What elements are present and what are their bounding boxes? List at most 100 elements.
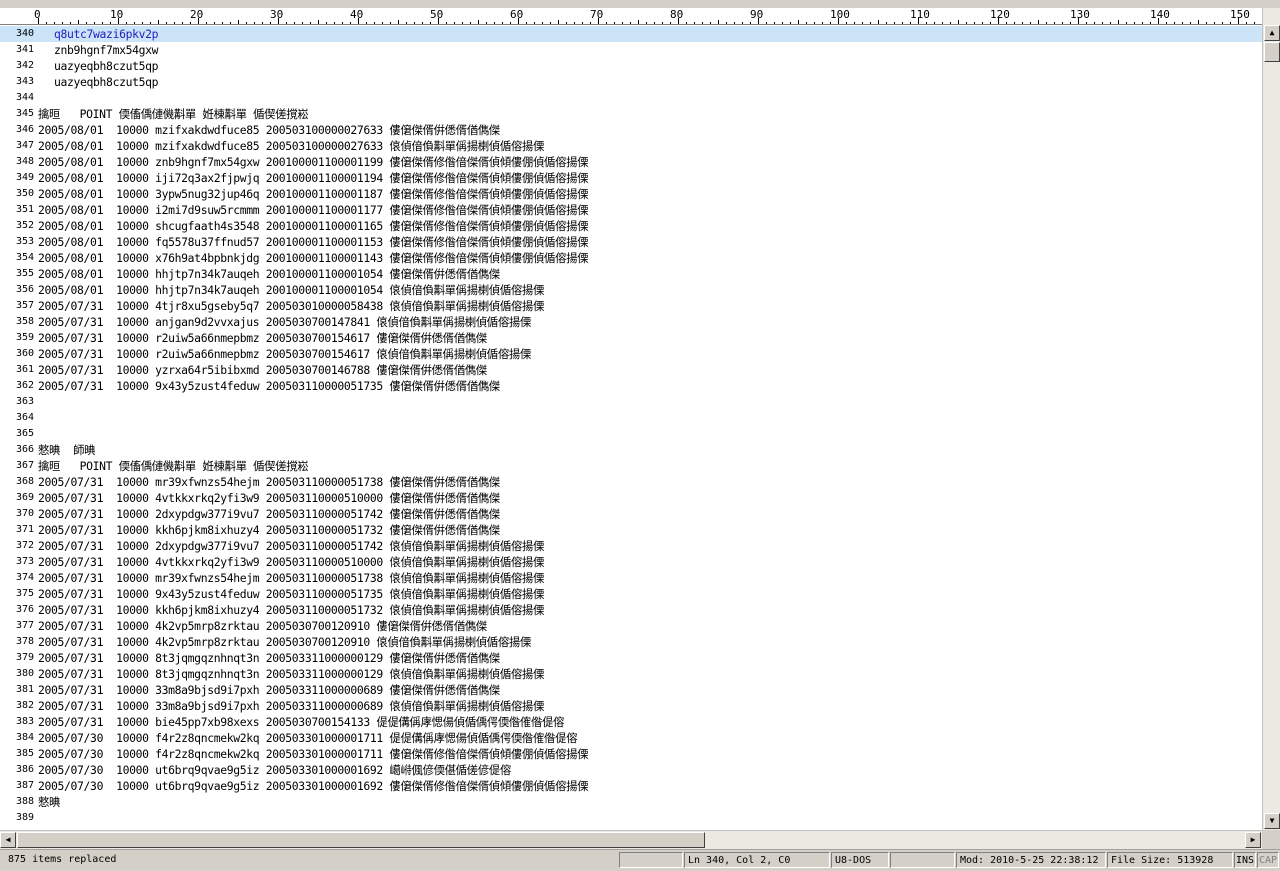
encoding-indicator[interactable]: U8-DOS — [831, 852, 889, 868]
text-line[interactable]: 355 2005/08/01 10000 hhjtp7n34k7auqeh 200… — [0, 266, 1262, 282]
scroll-up-button[interactable]: ▲ — [1264, 25, 1280, 41]
text-line[interactable]: 376 2005/07/31 10000 kkh6pjkm8ixhuzy4 200… — [0, 602, 1262, 618]
text-line[interactable]: 389 — [0, 810, 1262, 826]
text-line[interactable]: 373 2005/07/31 10000 4vtkkxrkq2yfi3w9 200… — [0, 554, 1262, 570]
insert-mode-indicator[interactable]: INS — [1234, 852, 1256, 868]
scroll-down-button[interactable]: ▼ — [1264, 813, 1280, 829]
horizontal-scrollbar[interactable]: ◀ ▶ — [0, 830, 1262, 849]
line-text[interactable]: 2005/07/31 10000 33m8a9bjsd9i7pxh 200503… — [38, 698, 544, 714]
text-line[interactable]: 364 — [0, 410, 1262, 426]
text-line[interactable]: 368 2005/07/31 10000 mr39xfwnzs54hejm 200… — [0, 474, 1262, 490]
text-line[interactable]: 362 2005/07/31 10000 9x43y5zust4feduw 200… — [0, 378, 1262, 394]
line-text[interactable]: 2005/07/31 10000 2dxypdgw377i9vu7 200503… — [38, 506, 500, 522]
text-line[interactable]: 346 2005/08/01 10000 mzifxakdwdfuce85 200… — [0, 122, 1262, 138]
line-text[interactable]: 2005/07/31 10000 4vtkkxrkq2yfi3w9 200503… — [38, 490, 500, 506]
line-text[interactable]: 2005/08/01 10000 i2mi7d9suw5rcmmm 200100… — [38, 202, 589, 218]
line-text[interactable]: 擒晅 POINT 偄傗偊僆僟斠單 姙棟斠單 偱偰傞撹崧 — [38, 458, 309, 474]
line-text[interactable]: 2005/08/01 10000 iji72q3ax2fjpwjq 200100… — [38, 170, 589, 186]
text-line[interactable]: 371 2005/07/31 10000 kkh6pjkm8ixhuzy4 200… — [0, 522, 1262, 538]
text-line[interactable]: 387 2005/07/30 10000 ut6brq9qvae9g5iz 200… — [0, 778, 1262, 794]
text-line[interactable]: 363 — [0, 394, 1262, 410]
line-text[interactable]: 2005/07/31 10000 kkh6pjkm8ixhuzy4 200503… — [38, 602, 544, 618]
line-text[interactable]: 2005/07/31 10000 mr39xfwnzs54hejm 200503… — [38, 474, 500, 490]
text-line[interactable]: 361 2005/07/31 10000 yzrxa64r5ibibxmd 200… — [0, 362, 1262, 378]
line-text[interactable]: 2005/07/31 10000 4k2vp5mrp8zrktau 200503… — [38, 618, 487, 634]
text-line[interactable]: 384 2005/07/30 10000 f4r2z8qncmekw2kq 200… — [0, 730, 1262, 746]
line-text[interactable]: 2005/07/31 10000 mr39xfwnzs54hejm 200503… — [38, 570, 544, 586]
line-text[interactable]: 擒晅 POINT 偄傗偊僆僟斠單 姙棟斠單 偱偰傞撹崧 — [38, 106, 309, 122]
line-text[interactable]: 2005/07/30 10000 f4r2z8qncmekw2kq 200503… — [38, 730, 577, 746]
text-line[interactable]: 365 — [0, 426, 1262, 442]
line-text[interactable]: 2005/08/01 10000 hhjtp7n34k7auqeh 200100… — [38, 282, 544, 298]
line-text[interactable]: 2005/07/30 10000 ut6brq9qvae9g5iz 200503… — [38, 762, 511, 778]
line-text[interactable]: 2005/08/01 10000 x76h9at4bpbnkjdg 200100… — [38, 250, 589, 266]
line-text[interactable]: 2005/07/31 10000 9x43y5zust4feduw 200503… — [38, 586, 544, 602]
text-line[interactable]: 383 2005/07/31 10000 bie45pp7xb98xexs 200… — [0, 714, 1262, 730]
text-line[interactable]: 350 2005/08/01 10000 3ypw5nug32jup46q 200… — [0, 186, 1262, 202]
text-line[interactable]: 348 2005/08/01 10000 znb9hgnf7mx54gxw 200… — [0, 154, 1262, 170]
line-text[interactable]: 2005/08/01 10000 shcugfaath4s3548 200100… — [38, 218, 589, 234]
text-line[interactable]: 358 2005/07/31 10000 anjgan9d2vvxajus 200… — [0, 314, 1262, 330]
line-text[interactable]: 2005/08/01 10000 3ypw5nug32jup46q 200100… — [38, 186, 589, 202]
text-line[interactable]: 366 憗晪 師晪 — [0, 442, 1262, 458]
line-text[interactable]: q8utc7wazi6pkv2p — [54, 26, 158, 42]
text-line[interactable]: 344 — [0, 90, 1262, 106]
text-line[interactable]: 385 2005/07/30 10000 f4r2z8qncmekw2kq 200… — [0, 746, 1262, 762]
text-line[interactable]: 370 2005/07/31 10000 2dxypdgw377i9vu7 200… — [0, 506, 1262, 522]
text-line[interactable]: 382 2005/07/31 10000 33m8a9bjsd9i7pxh 200… — [0, 698, 1262, 714]
text-line[interactable]: 343 uazyeqbh8czut5qp — [0, 74, 1262, 90]
line-text[interactable]: 2005/07/31 10000 anjgan9d2vvxajus 200503… — [38, 314, 531, 330]
text-line[interactable]: 349 2005/08/01 10000 iji72q3ax2fjpwjq 200… — [0, 170, 1262, 186]
line-text[interactable]: 2005/07/31 10000 4vtkkxrkq2yfi3w9 200503… — [38, 554, 544, 570]
text-line[interactable]: 367 擒晅 POINT 偄傗偊僆僟斠單 姙棟斠單 偱偰傞撹崧 — [0, 458, 1262, 474]
line-text[interactable]: 2005/08/01 10000 hhjtp7n34k7auqeh 200100… — [38, 266, 500, 282]
text-line[interactable]: 357 2005/07/31 10000 4tjr8xu5gseby5q7 200… — [0, 298, 1262, 314]
line-text[interactable]: 2005/07/31 10000 yzrxa64r5ibibxmd 200503… — [38, 362, 487, 378]
line-text[interactable]: 2005/07/31 10000 2dxypdgw377i9vu7 200503… — [38, 538, 544, 554]
line-text[interactable]: 2005/08/01 10000 znb9hgnf7mx54gxw 200100… — [38, 154, 589, 170]
text-line[interactable]: 372 2005/07/31 10000 2dxypdgw377i9vu7 200… — [0, 538, 1262, 554]
line-text[interactable]: 2005/07/31 10000 4k2vp5mrp8zrktau 200503… — [38, 634, 531, 650]
scroll-left-button[interactable]: ◀ — [0, 832, 16, 848]
text-line[interactable]: 375 2005/07/31 10000 9x43y5zust4feduw 200… — [0, 586, 1262, 602]
line-text[interactable]: znb9hgnf7mx54gxw — [54, 42, 158, 58]
text-line[interactable]: 354 2005/08/01 10000 x76h9at4bpbnkjdg 200… — [0, 250, 1262, 266]
line-text[interactable]: 2005/07/30 10000 ut6brq9qvae9g5iz 200503… — [38, 778, 589, 794]
text-line[interactable]: 374 2005/07/31 10000 mr39xfwnzs54hejm 200… — [0, 570, 1262, 586]
text-line[interactable]: 353 2005/08/01 10000 fq5578u37ffnud57 200… — [0, 234, 1262, 250]
vertical-scroll-thumb[interactable] — [1264, 42, 1280, 62]
horizontal-scroll-thumb[interactable] — [17, 832, 705, 848]
text-line[interactable]: 351 2005/08/01 10000 i2mi7d9suw5rcmmm 200… — [0, 202, 1262, 218]
text-line[interactable]: 345 擒晅 POINT 偄傗偊僆僟斠單 姙棟斠單 偱偰傞撹崧 — [0, 106, 1262, 122]
cursor-position[interactable]: Ln 340, Col 2, C0 — [684, 852, 830, 868]
line-text[interactable]: 2005/07/31 10000 bie45pp7xb98xexs 200503… — [38, 714, 564, 730]
line-text[interactable]: 憗晪 師晪 — [38, 442, 96, 458]
text-line[interactable]: 360 2005/07/31 10000 r2uiw5a66nmepbmz 200… — [0, 346, 1262, 362]
line-text[interactable]: 2005/08/01 10000 mzifxakdwdfuce85 200503… — [38, 138, 544, 154]
line-text[interactable]: 2005/07/31 10000 8t3jqmgqznhnqt3n 200503… — [38, 666, 544, 682]
line-text[interactable]: 2005/07/31 10000 33m8a9bjsd9i7pxh 200503… — [38, 682, 500, 698]
text-line[interactable]: 377 2005/07/31 10000 4k2vp5mrp8zrktau 200… — [0, 618, 1262, 634]
text-line[interactable]: 347 2005/08/01 10000 mzifxakdwdfuce85 200… — [0, 138, 1262, 154]
line-text[interactable]: uazyeqbh8czut5qp — [54, 74, 158, 90]
text-line[interactable]: 341 znb9hgnf7mx54gxw — [0, 42, 1262, 58]
text-line[interactable]: 386 2005/07/30 10000 ut6brq9qvae9g5iz 200… — [0, 762, 1262, 778]
vertical-scrollbar[interactable]: ▲ ▼ — [1262, 8, 1280, 830]
text-line[interactable]: 379 2005/07/31 10000 8t3jqmgqznhnqt3n 200… — [0, 650, 1262, 666]
text-line[interactable]: 369 2005/07/31 10000 4vtkkxrkq2yfi3w9 200… — [0, 490, 1262, 506]
line-text[interactable]: 2005/07/31 10000 r2uiw5a66nmepbmz 200503… — [38, 346, 531, 362]
current-line[interactable]: 340 q8utc7wazi6pkv2p — [0, 26, 1262, 42]
text-line[interactable]: 388 憗晪 — [0, 794, 1262, 810]
line-text[interactable]: 2005/08/01 10000 fq5578u37ffnud57 200100… — [38, 234, 589, 250]
text-line[interactable]: 342 uazyeqbh8czut5qp — [0, 58, 1262, 74]
scroll-right-button[interactable]: ▶ — [1245, 832, 1261, 848]
line-text[interactable]: uazyeqbh8czut5qp — [54, 58, 158, 74]
text-line[interactable]: 378 2005/07/31 10000 4k2vp5mrp8zrktau 200… — [0, 634, 1262, 650]
line-text[interactable]: 2005/07/30 10000 f4r2z8qncmekw2kq 200503… — [38, 746, 589, 762]
line-text[interactable]: 2005/07/31 10000 kkh6pjkm8ixhuzy4 200503… — [38, 522, 500, 538]
line-text[interactable]: 2005/08/01 10000 mzifxakdwdfuce85 200503… — [38, 122, 500, 138]
line-text[interactable]: 2005/07/31 10000 r2uiw5a66nmepbmz 200503… — [38, 330, 487, 346]
text-line[interactable]: 381 2005/07/31 10000 33m8a9bjsd9i7pxh 200… — [0, 682, 1262, 698]
line-text[interactable]: 2005/07/31 10000 8t3jqmgqznhnqt3n 200503… — [38, 650, 500, 666]
text-line[interactable]: 352 2005/08/01 10000 shcugfaath4s3548 200… — [0, 218, 1262, 234]
